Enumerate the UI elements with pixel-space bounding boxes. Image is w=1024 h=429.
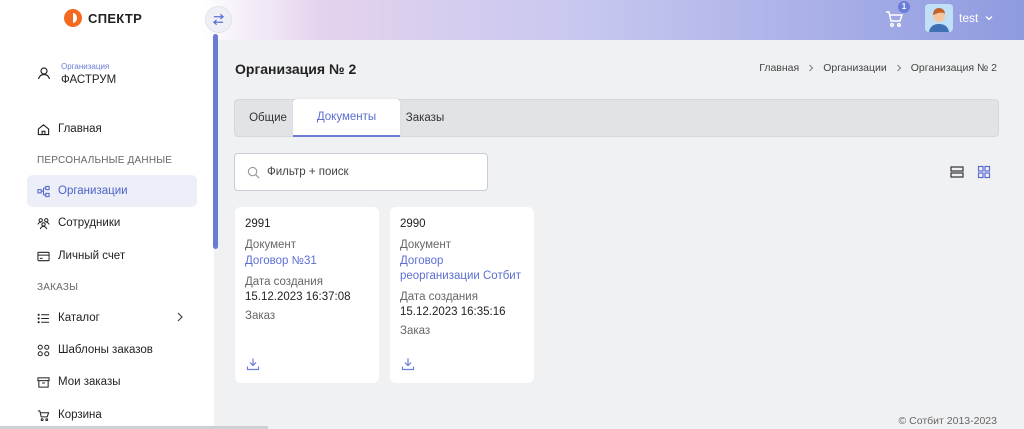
user-name: test [959, 11, 979, 25]
swap-arrows-icon [212, 13, 225, 26]
sidebar-item-label: Шаблоны заказов [58, 344, 153, 356]
document-number: 2991 [245, 218, 271, 230]
search-icon [247, 166, 260, 178]
document-label: Документ [245, 239, 297, 251]
page-title: Организация № 2 [235, 61, 357, 77]
order-label: Заказ [245, 310, 276, 322]
user-icon [37, 67, 51, 80]
templates-icon [37, 344, 50, 356]
chevron-right-icon [177, 312, 183, 322]
cart-icon [37, 409, 50, 421]
sidebar-item-account[interactable]: Личный счет [27, 240, 197, 272]
top-header: СПЕКТР 1 test [0, 0, 1024, 40]
sidebar: Организация ФАСТРУМ Главная ПЕРСОНАЛЬНЫЕ… [0, 40, 214, 429]
sidebar-item-home[interactable]: Главная [27, 113, 197, 145]
section-label-personal: ПЕРСОНАЛЬНЫЕ ДАННЫЕ [37, 155, 173, 166]
breadcrumb-organizations[interactable]: Организации [823, 62, 887, 74]
logo-icon [64, 9, 82, 27]
document-card: 2990 Документ Договор реорганизации Сотб… [390, 207, 534, 383]
date-value: 15.12.2023 16:37:08 [245, 291, 351, 303]
sidebar-toggle-button[interactable] [205, 6, 232, 33]
org-caption: Организация [61, 62, 110, 71]
list-view-icon[interactable] [950, 165, 964, 179]
chevron-right-icon [809, 64, 814, 72]
tab-general[interactable]: Общие [243, 100, 293, 136]
sidebar-item-label: Организации [58, 185, 128, 197]
date-label: Дата создания [245, 276, 323, 288]
avatar [925, 4, 953, 32]
cart-count-badge: 1 [898, 1, 910, 13]
tab-documents[interactable]: Документы [293, 99, 400, 137]
sidebar-item-my-orders[interactable]: Мои заказы [27, 366, 197, 398]
home-icon [37, 123, 50, 135]
chevron-right-icon [896, 64, 902, 72]
document-link[interactable]: Договор №31 [245, 254, 369, 269]
sidebar-item-cart[interactable]: Корзина [27, 399, 197, 429]
wallet-icon [37, 251, 50, 261]
section-label-orders: ЗАКАЗЫ [37, 282, 79, 293]
user-avatar-icon [925, 4, 953, 32]
sidebar-item-catalog[interactable]: Каталог [27, 302, 197, 334]
document-link[interactable]: Договор реорганизации Сотбит [400, 254, 524, 284]
sidebar-item-organizations[interactable]: Организации [27, 175, 197, 207]
date-label: Дата создания [400, 291, 478, 303]
download-icon[interactable] [401, 357, 415, 371]
logo-text: СПЕКТР [88, 10, 143, 26]
sidebar-scrollbar[interactable] [213, 34, 218, 249]
logo[interactable]: СПЕКТР [64, 9, 142, 27]
breadcrumb-home[interactable]: Главная [759, 62, 799, 74]
breadcrumb: Главная Организации Организация № 2 [759, 62, 997, 74]
sidebar-item-employees[interactable]: Сотрудники [27, 207, 197, 239]
tabs-bar: Общие Документы Заказы [234, 99, 999, 137]
document-label: Документ [400, 239, 452, 251]
footer-copyright: © Сотбит 2013-2023 [898, 415, 997, 427]
search-field[interactable] [234, 153, 488, 191]
sidebar-item-label: Сотрудники [58, 217, 121, 229]
sidebar-item-order-templates[interactable]: Шаблоны заказов [27, 334, 197, 366]
employees-icon [37, 217, 50, 229]
download-icon[interactable] [246, 357, 260, 371]
order-label: Заказ [400, 325, 431, 337]
org-name: ФАСТРУМ [61, 74, 117, 86]
sidebar-item-label: Мои заказы [58, 376, 121, 388]
organizations-icon [37, 185, 50, 197]
organization-selector[interactable]: Организация ФАСТРУМ [37, 62, 116, 86]
user-menu[interactable]: test [925, 4, 994, 32]
sidebar-item-label: Каталог [58, 312, 100, 324]
document-card: 2991 Документ Договор №31 Дата создания … [235, 207, 379, 383]
grid-view-icon[interactable] [977, 165, 991, 179]
tab-orders[interactable]: Заказы [402, 100, 448, 136]
search-input[interactable] [267, 166, 467, 178]
date-value: 15.12.2023 16:35:16 [400, 306, 506, 318]
sidebar-item-label: Личный счет [58, 250, 126, 262]
list-icon [37, 313, 50, 323]
box-icon [37, 376, 50, 388]
breadcrumb-current: Организация № 2 [910, 62, 997, 74]
sidebar-item-label: Главная [58, 123, 102, 135]
sidebar-item-label: Корзина [58, 409, 102, 421]
chevron-down-icon [985, 16, 993, 21]
document-number: 2990 [400, 218, 426, 230]
